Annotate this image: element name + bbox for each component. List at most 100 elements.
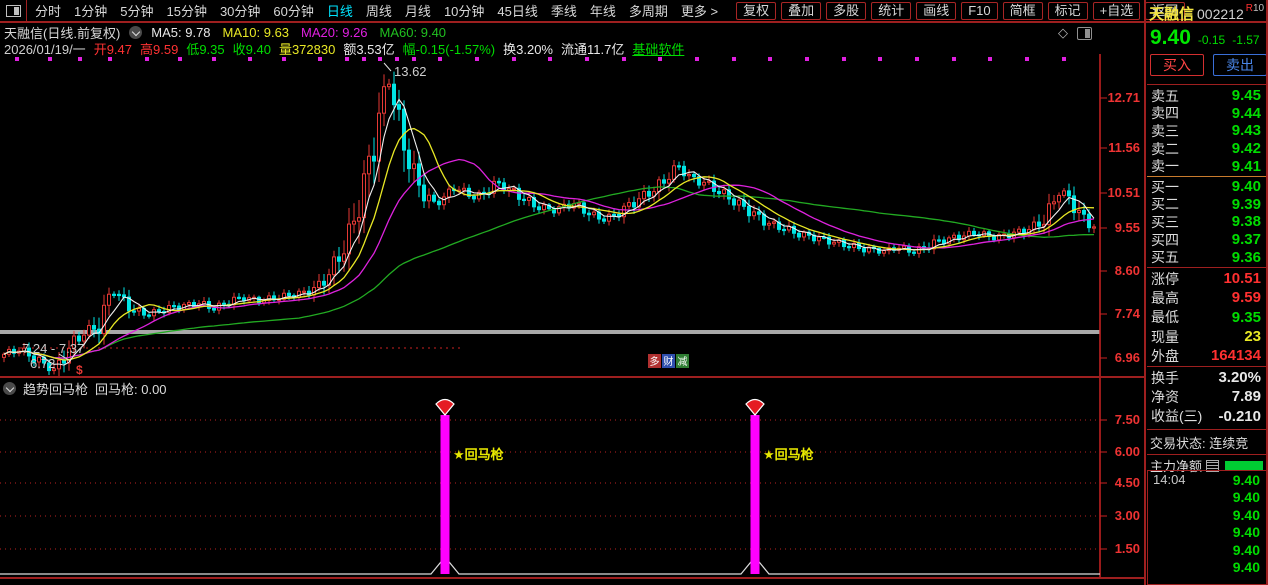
stat-row[interactable]: 换手3.20% <box>1146 368 1268 387</box>
margin-tag-suffix: 10 <box>1253 3 1264 14</box>
signal-spike <box>751 415 760 574</box>
candle-body <box>668 179 671 183</box>
candle-body <box>418 164 421 185</box>
signal-dot <box>395 57 399 61</box>
candle-body <box>138 308 141 311</box>
diamond-marker-icon[interactable]: ◇ <box>1058 25 1068 41</box>
candle-body <box>323 281 326 285</box>
indicator-name: 趋势回马枪 <box>23 379 88 398</box>
tick-list[interactable]: 14:049.409.409.409.409.409.40 <box>1147 470 1267 585</box>
ask-row[interactable]: 卖五9.45 <box>1146 87 1268 105</box>
chevron-down-icon[interactable] <box>129 26 142 39</box>
period-tab[interactable]: 年线 <box>590 1 616 20</box>
candle-body <box>543 205 546 210</box>
candle-body <box>1053 202 1056 204</box>
candle-body <box>403 109 406 150</box>
candle-body <box>318 281 321 287</box>
toolbar-action-button[interactable]: 画线 <box>916 2 956 20</box>
stat-row[interactable]: 最高9.59 <box>1146 288 1268 307</box>
period-tab[interactable]: 60分钟 <box>273 1 313 20</box>
signal-dot <box>768 57 772 61</box>
stat-row[interactable]: 收益(三)-0.210 <box>1146 407 1268 426</box>
signal-dot <box>248 57 252 61</box>
indicator-chevron-icon[interactable] <box>3 382 16 395</box>
signal-dot <box>878 57 882 61</box>
signal-dot <box>805 57 809 61</box>
stat-row[interactable]: 外盘164134 <box>1146 346 1268 365</box>
stat-row-label: 外盘 <box>1151 346 1179 366</box>
ask-row[interactable]: 卖二9.42 <box>1146 140 1268 158</box>
toolbar-action-button[interactable]: 统计 <box>871 2 911 20</box>
price-axis-label: 7.74 <box>1115 306 1141 321</box>
candle-body <box>528 198 531 201</box>
period-tab[interactable]: 季线 <box>551 1 577 20</box>
toolbar-action-button[interactable]: F10 <box>961 2 997 20</box>
period-tab[interactable]: 月线 <box>405 1 431 20</box>
stat-row[interactable]: 最低9.35 <box>1146 308 1268 327</box>
toolbar-action-button[interactable]: 复权 <box>736 2 776 20</box>
ask-row[interactable]: 卖四9.44 <box>1146 105 1268 123</box>
candlestick-chart[interactable]: 12.7111.5610.519.558.607.746.967.506.004… <box>0 54 1145 585</box>
toolbar: 分时 1分钟 5分钟 15分钟 30分钟 60分钟日线周线月线 10分钟 45日线季线年线多周… <box>0 0 1145 21</box>
period-tab[interactable]: 多周期 <box>629 1 668 20</box>
period-tab[interactable]: 15分钟 <box>166 1 206 20</box>
ask-levels: 卖五9.45卖四9.44卖三9.43卖二9.42卖一9.41 <box>1146 87 1268 175</box>
candle-body <box>398 105 401 110</box>
bid-row[interactable]: 买四9.37 <box>1146 231 1268 249</box>
low-price-label: 6.72 <box>30 356 55 371</box>
candle-body <box>658 180 661 192</box>
candle-body <box>1078 210 1081 212</box>
tick-price: 9.40 <box>1233 524 1260 540</box>
ask-row[interactable]: 卖一9.41 <box>1146 157 1268 175</box>
signal-dot <box>1025 57 1029 61</box>
candle-body <box>903 246 906 248</box>
split-panel-icon[interactable] <box>1077 27 1092 40</box>
candle-body <box>633 203 636 207</box>
candle-body <box>968 231 971 236</box>
signal-dot <box>622 57 626 61</box>
candle-body <box>1068 191 1071 196</box>
bid-row[interactable]: 买二9.39 <box>1146 196 1268 214</box>
window-layout-icon[interactable] <box>6 5 21 17</box>
tick-row: 9.40 <box>1148 489 1266 507</box>
price-change-pct: -1.57 <box>1232 33 1259 47</box>
price-axis-label: 12.71 <box>1107 90 1140 105</box>
candle-body <box>833 242 836 244</box>
period-tab[interactable]: 1分钟 <box>74 1 107 20</box>
period-tab[interactable]: 更多 > <box>681 1 718 20</box>
stat-row[interactable]: 现量23 <box>1146 327 1268 346</box>
period-tab[interactable]: 5分钟 <box>120 1 153 20</box>
bid-row[interactable]: 买三9.38 <box>1146 213 1268 231</box>
stat-row[interactable]: 涨停10.51 <box>1146 269 1268 288</box>
candle-body <box>798 233 801 237</box>
candle-body <box>108 294 111 305</box>
stat-row[interactable]: 净资7.89 <box>1146 387 1268 406</box>
toolbar-action-button[interactable]: 多股 <box>826 2 866 20</box>
period-tab[interactable]: 周线 <box>366 1 392 20</box>
candle-body <box>993 236 996 239</box>
candle-body <box>93 326 96 330</box>
ask-row[interactable]: 卖三9.43 <box>1146 122 1268 140</box>
toolbar-action-button[interactable]: 标记 <box>1048 2 1088 20</box>
indicator-axis-label: 6.00 <box>1115 444 1140 459</box>
candle-body <box>1038 222 1041 226</box>
bid-row[interactable]: 买五9.36 <box>1146 248 1268 266</box>
period-tab[interactable]: 日线 <box>327 1 353 20</box>
candle-body <box>343 254 346 261</box>
tick-row: 9.40 <box>1148 541 1266 559</box>
buy-button[interactable]: 买入 <box>1150 54 1204 76</box>
toolbar-action-button[interactable]: +自选 <box>1093 2 1141 20</box>
stock-name[interactable]: 天融信 <box>1149 6 1194 23</box>
stat-row-label: 换手 <box>1151 368 1179 388</box>
toolbar-action-button[interactable]: 简框 <box>1003 2 1043 20</box>
bid-row[interactable]: 买一9.40 <box>1146 178 1268 196</box>
signal-dot <box>378 57 382 61</box>
period-tab[interactable]: 45日线 <box>497 1 537 20</box>
candle-body <box>678 166 681 167</box>
sell-button[interactable]: 卖出 <box>1213 54 1267 76</box>
period-tab[interactable]: 分时 <box>35 1 61 20</box>
period-tab[interactable]: 30分钟 <box>220 1 260 20</box>
period-tab[interactable]: 10分钟 <box>444 1 484 20</box>
signal-marker-icon <box>746 400 764 416</box>
toolbar-action-button[interactable]: 叠加 <box>781 2 821 20</box>
